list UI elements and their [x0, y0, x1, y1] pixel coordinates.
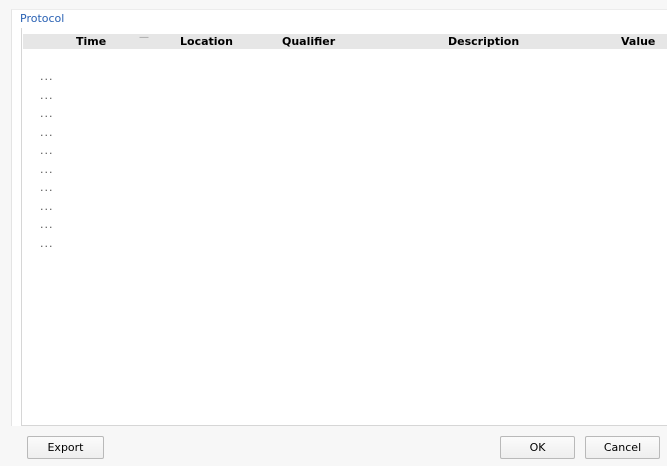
- table-row[interactable]: ...: [40, 216, 140, 235]
- table-row[interactable]: ...: [40, 142, 140, 161]
- column-header-description[interactable]: Description: [448, 35, 519, 48]
- dialog-footer: Export OK Cancel: [11, 426, 667, 466]
- column-header-time[interactable]: Time: [76, 35, 106, 48]
- left-margin: [11, 28, 21, 426]
- table-row[interactable]: ...: [40, 105, 140, 124]
- table-header: Time — Location Qualifier Description Va…: [23, 32, 667, 49]
- table-row[interactable]: ...: [40, 235, 140, 254]
- column-header-location[interactable]: Location: [180, 35, 233, 48]
- export-button[interactable]: Export: [27, 436, 104, 459]
- table-row[interactable]: ...: [40, 179, 140, 198]
- sort-indicator-icon[interactable]: —: [139, 32, 149, 43]
- protocol-dialog: Protocol Time — Location Qualifier Descr…: [0, 0, 667, 466]
- table-row[interactable]: ...: [40, 87, 140, 106]
- ok-button[interactable]: OK: [500, 436, 575, 459]
- table-row[interactable]: ...: [40, 198, 140, 217]
- table-row[interactable]: ...: [40, 124, 140, 143]
- table-row[interactable]: ...: [40, 68, 140, 87]
- table-rows: ... ... ... ... ... ... ... ... ... ...: [40, 68, 140, 253]
- column-header-qualifier[interactable]: Qualifier: [282, 35, 335, 48]
- protocol-table[interactable]: Time — Location Qualifier Description Va…: [21, 28, 667, 426]
- column-header-value[interactable]: Value: [621, 35, 655, 48]
- table-row[interactable]: ...: [40, 161, 140, 180]
- title-bar: Protocol: [11, 9, 667, 28]
- cancel-button[interactable]: Cancel: [585, 436, 660, 459]
- dialog-title: Protocol: [20, 12, 65, 25]
